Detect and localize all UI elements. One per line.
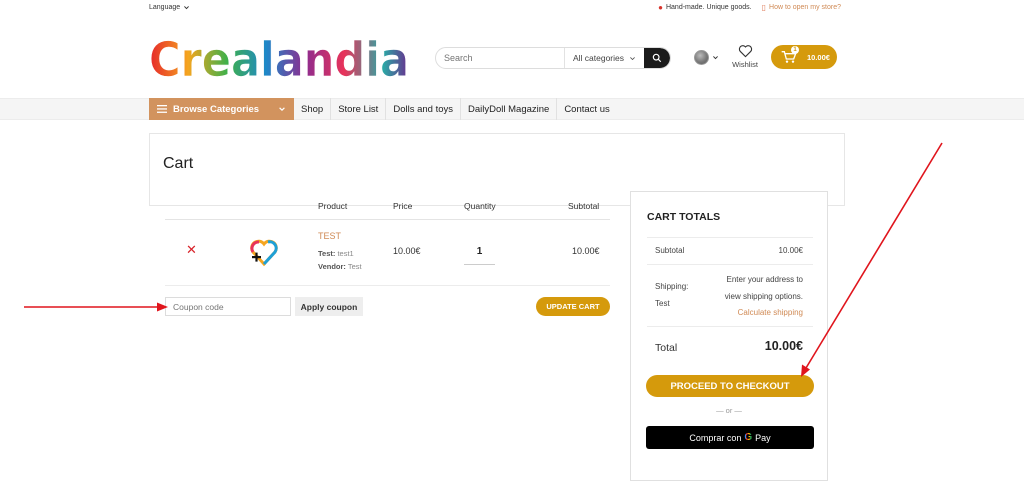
svg-text:Crealandia: Crealandia (149, 34, 409, 82)
nav-link-dolls-and-toys[interactable]: Dolls and toys (386, 98, 461, 120)
search-icon (652, 53, 662, 63)
divider (647, 264, 813, 265)
nav-link-store-list[interactable]: Store List (331, 98, 387, 120)
calculate-shipping-link[interactable]: Calculate shipping (703, 305, 803, 322)
nav-link-dailydoll-magazine[interactable]: DailyDoll Magazine (461, 98, 558, 120)
or-separator: — or — (716, 406, 742, 415)
shipping-info: Enter your address to view shipping opti… (703, 272, 803, 322)
phone-icon: ▯ (761, 2, 767, 12)
header-product: Product (318, 201, 348, 211)
heart-icon (738, 45, 752, 58)
google-g-icon: G (744, 432, 753, 443)
coupon-code-input[interactable] (165, 297, 291, 316)
header-price: Price (393, 201, 413, 211)
wishlist-link[interactable]: Wishlist (728, 44, 762, 69)
site-logo[interactable]: Crealandia (149, 34, 411, 82)
page-title: Cart (163, 155, 194, 172)
cart-table-header: Product Price Quantity Subtotal (165, 193, 610, 220)
top-bar: Language ● Hand-made. Unique goods. ▯ How … (149, 0, 841, 14)
avatar (694, 50, 709, 65)
nav-link-contact-us[interactable]: Contact us (557, 98, 616, 120)
search-input[interactable] (436, 48, 564, 68)
nav-links: Shop Store List Dolls and toys DailyDoll… (294, 98, 617, 120)
update-cart-button[interactable]: UPDATE CART (536, 297, 610, 316)
quantity-input[interactable]: 1 (464, 240, 495, 265)
total-label: Total (655, 342, 678, 354)
apply-coupon-button[interactable]: Apply coupon (295, 297, 363, 316)
product-name-link[interactable]: TEST (318, 231, 341, 241)
cart-totals-title: CART TOTALS (647, 211, 721, 223)
header-quantity: Quantity (464, 201, 496, 211)
subtotal-label: Subtotal (655, 246, 685, 255)
account-menu[interactable] (694, 50, 719, 65)
product-meta-test: Test: test1 (318, 249, 354, 258)
item-price: 10.00€ (393, 246, 421, 256)
google-pay-button[interactable]: Comprar con G Pay (646, 426, 814, 449)
shipping-label: Shipping: (655, 282, 689, 291)
location-pin-icon: ● (658, 2, 663, 12)
search-bar: All categories (435, 47, 671, 69)
nav-link-shop[interactable]: Shop (294, 98, 332, 120)
wishlist-label: Wishlist (732, 60, 758, 69)
item-subtotal: 10.00€ (572, 246, 600, 256)
shipping-method: Test (655, 299, 670, 308)
header-cart-button[interactable]: 1 10.00€ (771, 45, 837, 69)
divider (647, 326, 813, 327)
chevron-down-icon (630, 56, 635, 60)
arrow-to-coupon (24, 302, 168, 312)
cart-count-badge: 1 (791, 46, 799, 54)
product-meta-vendor: Vendor: Test (318, 262, 362, 271)
header-subtotal: Subtotal (568, 201, 600, 211)
proceed-to-checkout-button[interactable]: PROCEED TO CHECKOUT (646, 375, 814, 397)
chevron-down-icon (184, 5, 190, 9)
product-thumbnail[interactable] (249, 237, 279, 267)
chevron-down-icon (713, 56, 718, 60)
category-select[interactable]: All categories (563, 48, 644, 68)
menu-icon (157, 105, 167, 113)
total-value: 10.00€ (764, 339, 803, 353)
remove-item-button[interactable]: ✕ (186, 243, 197, 256)
divider (647, 237, 813, 238)
store-link[interactable]: ▯ How to open my store? (762, 3, 841, 12)
browse-categories-button[interactable]: Browse Categories (149, 98, 294, 120)
language-selector[interactable]: Language (149, 4, 190, 11)
language-label: Language (149, 3, 181, 11)
chevron-down-icon (279, 107, 285, 112)
row-divider (165, 285, 610, 286)
cart-totals-panel: CART TOTALS Subtotal 10.00€ Shipping: Te… (630, 191, 828, 481)
cart-amount: 10.00€ (807, 52, 830, 62)
subtotal-value: 10.00€ (778, 246, 803, 255)
tagline: ● Hand-made. Unique goods. (658, 2, 752, 12)
search-button[interactable] (644, 48, 670, 68)
